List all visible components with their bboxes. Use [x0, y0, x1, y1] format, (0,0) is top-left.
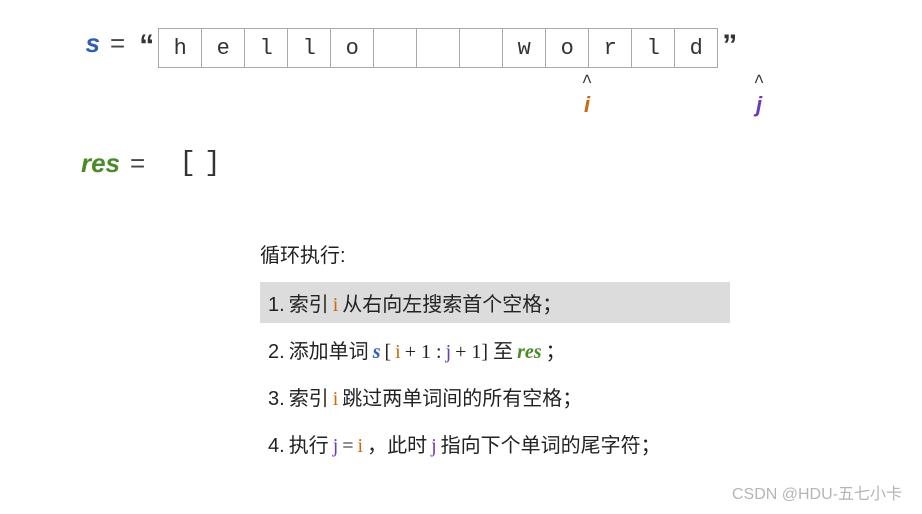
- var-s: s: [373, 341, 381, 364]
- caret-icon: ^: [737, 74, 781, 92]
- step-number: 1.: [268, 294, 285, 317]
- pointer-j: j: [737, 92, 781, 118]
- char-cell: o: [545, 28, 589, 68]
- var-i: i: [333, 388, 339, 411]
- caret-row: ^^: [221, 74, 862, 92]
- char-cells: helloworld: [158, 28, 718, 68]
- equals-sign: =: [110, 28, 125, 59]
- var-i: i: [358, 435, 364, 458]
- equals-sign: =: [130, 148, 145, 179]
- char-cell: w: [502, 28, 546, 68]
- var-j: j: [333, 435, 339, 458]
- step-number: 3.: [268, 388, 285, 411]
- char-cell: [416, 28, 460, 68]
- step-item: 1. 索引 i 从右向左搜索首个空格；: [260, 282, 730, 323]
- var-res: res: [517, 341, 541, 364]
- var-res: res: [60, 148, 120, 179]
- caret-icon: ^: [565, 74, 609, 92]
- char-cell: e: [201, 28, 245, 68]
- char-cell: r: [588, 28, 632, 68]
- char-cell: l: [287, 28, 331, 68]
- var-j: j: [431, 435, 437, 458]
- watermark: CSDN @HDU-五七小卡: [732, 480, 902, 504]
- open-quote: “: [139, 28, 154, 64]
- step-item: 4. 执行 j = i，此时 j 指向下个单词的尾字符；: [260, 423, 730, 464]
- res-value: []: [179, 148, 229, 179]
- char-cell: [373, 28, 417, 68]
- char-cell: [459, 28, 503, 68]
- char-cell: o: [330, 28, 374, 68]
- char-cell: d: [674, 28, 718, 68]
- step-number: 4.: [268, 435, 285, 458]
- steps-title: 循环执行:: [260, 239, 862, 268]
- var-i: i: [395, 341, 401, 364]
- pointer-i: i: [565, 92, 609, 118]
- pointer-label-row: ij: [221, 92, 862, 118]
- char-cell: l: [631, 28, 675, 68]
- step-item: 3. 索引 i 跳过两单词间的所有空格；: [260, 376, 730, 417]
- step-number: 2.: [268, 341, 285, 364]
- char-cell: h: [158, 28, 202, 68]
- steps-block: 循环执行: 1. 索引 i 从右向左搜索首个空格； 2. 添加单词 s[i + 1…: [260, 239, 862, 464]
- step-item: 2. 添加单词 s[i + 1 : j + 1] 至 res ；: [260, 329, 730, 370]
- close-quote: ”: [722, 28, 737, 64]
- char-cell: l: [244, 28, 288, 68]
- var-s: s: [60, 28, 100, 59]
- var-j: j: [446, 341, 452, 364]
- steps-list: 1. 索引 i 从右向左搜索首个空格； 2. 添加单词 s[i + 1 : j +…: [260, 282, 862, 464]
- string-row: s = “ helloworld ”: [60, 28, 862, 68]
- var-i: i: [333, 294, 339, 317]
- res-row: res = []: [60, 148, 862, 179]
